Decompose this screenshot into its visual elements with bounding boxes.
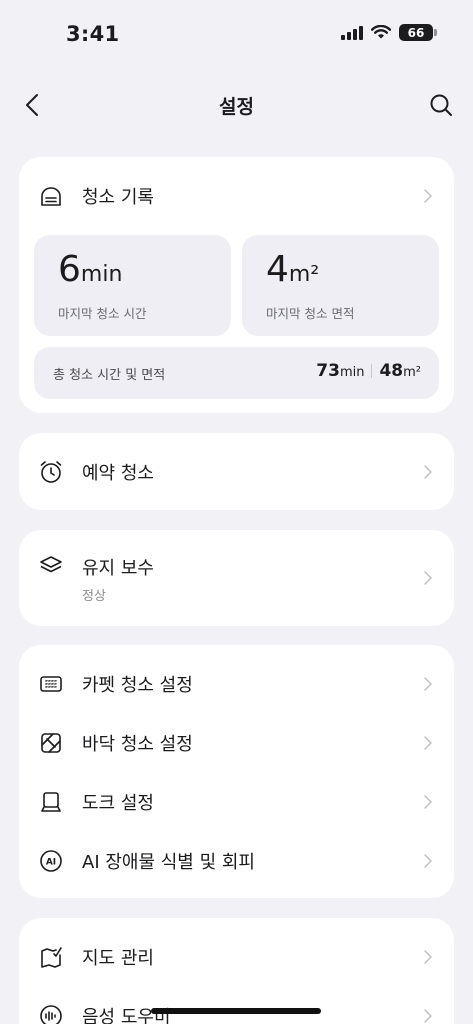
dock-settings-row[interactable]: 도크 설정 bbox=[19, 773, 454, 831]
voice-icon bbox=[39, 1004, 63, 1024]
layers-icon bbox=[39, 554, 63, 578]
carpet-settings-row[interactable]: 카펫 청소 설정 bbox=[19, 655, 454, 713]
cleaning-record-card: 청소 기록 6min 마지막 청소 시간 4m² 마지막 청소 면적 총 청소 … bbox=[19, 157, 454, 413]
maintenance-label: 유지 보수 bbox=[82, 558, 154, 579]
dock-settings-label: 도크 설정 bbox=[82, 793, 154, 814]
maintenance-card: 유지 보수 정상 bbox=[19, 530, 454, 626]
floor-settings-row[interactable]: 바닥 청소 설정 bbox=[19, 714, 454, 772]
floor-settings-label: 바닥 청소 설정 bbox=[82, 734, 193, 755]
total-divider bbox=[371, 364, 373, 378]
carpet-settings-label: 카펫 청소 설정 bbox=[82, 675, 193, 696]
search-icon bbox=[429, 93, 453, 117]
total-cleaning-values: 73 min 48 m² bbox=[316, 361, 421, 381]
carpet-icon bbox=[39, 672, 63, 696]
chevron-right-icon bbox=[422, 568, 434, 588]
cleaning-settings-card: 카펫 청소 설정 바닥 청소 설정 도크 설정 AI AI 장애물 식별 및 회… bbox=[19, 645, 454, 898]
map-management-row[interactable]: 지도 관리 bbox=[19, 928, 454, 986]
chevron-right-icon bbox=[422, 851, 434, 871]
maintenance-row[interactable]: 유지 보수 정상 bbox=[19, 530, 454, 626]
ai-obstacle-row[interactable]: AI AI 장애물 식별 및 회피 bbox=[19, 832, 454, 890]
dock-icon bbox=[39, 790, 63, 814]
map-icon bbox=[39, 945, 63, 969]
svg-text:AI: AI bbox=[46, 858, 56, 868]
wifi-icon bbox=[371, 25, 391, 40]
status-bar: 3:41 66 bbox=[0, 0, 473, 70]
chevron-right-icon bbox=[422, 792, 434, 812]
last-cleaning-time-value: 6min bbox=[58, 249, 123, 290]
floor-icon bbox=[39, 731, 63, 755]
status-time: 3:41 bbox=[66, 22, 120, 46]
last-cleaning-area-box[interactable]: 4m² 마지막 청소 면적 bbox=[242, 235, 439, 336]
ai-icon: AI bbox=[39, 849, 63, 873]
voice-assistant-row[interactable]: 음성 도우미 bbox=[19, 987, 454, 1024]
battery-icon: 66 bbox=[399, 24, 437, 41]
page-title: 설정 bbox=[219, 96, 254, 118]
cleaning-record-row[interactable]: 청소 기록 bbox=[19, 167, 454, 225]
last-cleaning-area-value: 4m² bbox=[266, 249, 320, 290]
cleaning-record-label: 청소 기록 bbox=[82, 187, 154, 208]
map-management-label: 지도 관리 bbox=[82, 948, 154, 969]
cellular-signal-icon bbox=[341, 25, 363, 40]
home-indicator[interactable] bbox=[151, 1008, 321, 1014]
last-cleaning-time-box[interactable]: 6min 마지막 청소 시간 bbox=[34, 235, 231, 336]
maintenance-status: 정상 bbox=[82, 589, 106, 604]
search-button[interactable] bbox=[427, 91, 455, 119]
chevron-right-icon bbox=[422, 674, 434, 694]
last-cleaning-area-label: 마지막 청소 면적 bbox=[266, 306, 355, 321]
ai-obstacle-label: AI 장애물 식별 및 회피 bbox=[82, 852, 255, 873]
robot-vacuum-icon bbox=[39, 184, 63, 208]
chevron-right-icon bbox=[422, 462, 434, 482]
total-cleaning-label: 총 청소 시간 및 면적 bbox=[53, 368, 166, 383]
schedule-label: 예약 청소 bbox=[82, 463, 154, 484]
nav-bar: 설정 bbox=[0, 80, 473, 130]
chevron-right-icon bbox=[422, 1006, 434, 1024]
total-cleaning-box[interactable]: 총 청소 시간 및 면적 73 min 48 m² bbox=[34, 347, 439, 399]
last-cleaning-time-label: 마지막 청소 시간 bbox=[58, 306, 147, 321]
status-icons: 66 bbox=[341, 24, 437, 41]
schedule-row[interactable]: 예약 청소 bbox=[19, 443, 454, 501]
chevron-right-icon bbox=[422, 186, 434, 206]
alarm-clock-icon bbox=[39, 460, 63, 484]
chevron-right-icon bbox=[422, 947, 434, 967]
schedule-card: 예약 청소 bbox=[19, 433, 454, 510]
chevron-right-icon bbox=[422, 733, 434, 753]
